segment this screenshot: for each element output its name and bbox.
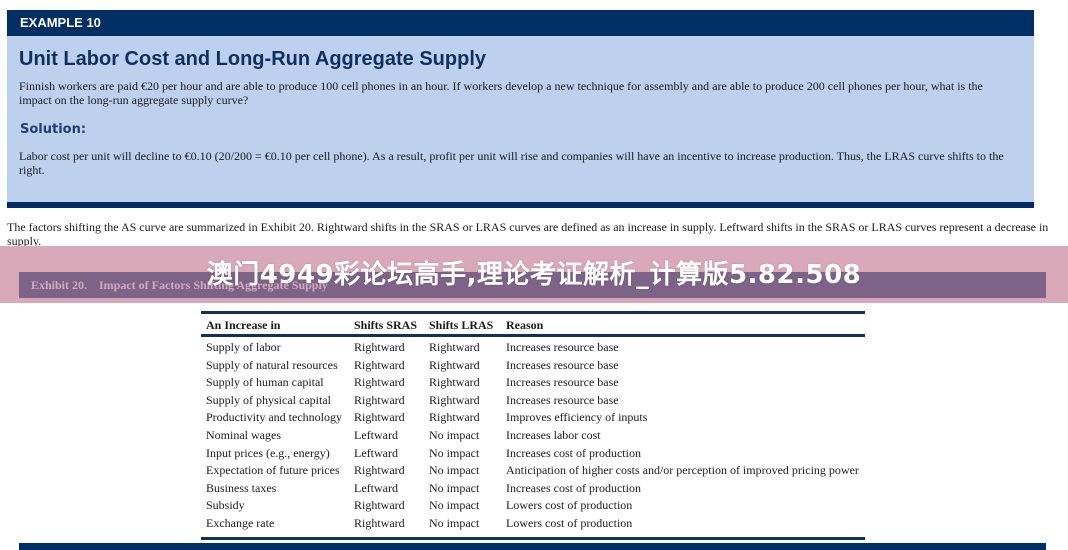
example-box: EXAMPLE 10 Unit Labor Cost and Long-Run … — [7, 10, 1034, 208]
cell-factor: Supply of natural resources — [206, 357, 338, 372]
cell-reason: Lowers cost of production — [506, 515, 633, 530]
table-row: Supply of human capital Rightward Rightwar… — [201, 374, 865, 392]
cell-factor: Supply of physical capital — [206, 392, 331, 407]
solution-text: Labor cost per unit will decline to €0.1… — [19, 149, 1004, 177]
cell-factor: Subsidy — [206, 498, 245, 513]
cell-factor: Business taxes — [206, 480, 277, 495]
cell-shifts-sras: Rightward — [354, 410, 405, 425]
table-row: Subsidy Rightward No impact Lowers cost of … — [201, 497, 865, 515]
cell-reason: Increases resource base — [506, 392, 619, 407]
cell-shifts-lras: Rightward — [429, 410, 480, 425]
cell-reason: Lowers cost of production — [506, 498, 633, 513]
cell-shifts-lras: No impact — [429, 480, 480, 495]
table-header-row: An Increase in Shifts SRAS Shifts LRAS R… — [201, 312, 865, 336]
cell-shifts-lras: Rightward — [429, 375, 480, 390]
cell-factor: Productivity and technology — [206, 410, 342, 425]
table-row: Nominal wages Leftward No impact Increases … — [201, 427, 865, 445]
header-shifts-lras: Shifts LRAS — [429, 317, 494, 332]
cell-factor: Supply of labor — [206, 340, 281, 354]
cell-shifts-lras: Rightward — [429, 340, 480, 354]
overlay-watermark-text: 澳门4949彩论坛高手,理论考证解析_计算版5.82.508 — [206, 260, 862, 290]
cell-shifts-lras: No impact — [429, 427, 480, 442]
cell-shifts-lras: No impact — [429, 445, 480, 460]
header-shifts-sras: Shifts SRAS — [354, 317, 418, 332]
table-row: Supply of natural resources Rightward Righ… — [201, 357, 865, 375]
cell-reason: Improves efficiency of inputs — [506, 410, 648, 425]
cell-factor: Supply of human capital — [206, 375, 324, 390]
cell-factor: Exchange rate — [206, 515, 275, 530]
table-body: Supply of labor Rightward Rightward Increas… — [201, 336, 865, 539]
exhibit-table: An Increase in Shifts SRAS Shifts LRAS R… — [201, 311, 865, 540]
bottom-divider — [19, 543, 1046, 550]
solution-label: Solution: — [20, 122, 87, 137]
cell-shifts-lras: No impact — [429, 515, 480, 530]
table-row: Expectation of future prices Rightward No … — [201, 462, 865, 480]
table-row: Supply of labor Rightward Rightward Increas… — [201, 336, 865, 357]
cell-factor: Input prices (e.g., energy) — [206, 445, 330, 460]
table-row: Productivity and technology Rightward Righ… — [201, 409, 865, 427]
cell-shifts-lras: Rightward — [429, 392, 480, 407]
cell-factor: Nominal wages — [206, 427, 281, 442]
cell-reason: Increases cost of production — [506, 480, 641, 495]
table-row: Supply of physical capital Rightward Right… — [201, 392, 865, 410]
cell-reason: Increases labor cost — [506, 427, 601, 442]
cell-shifts-sras: Leftward — [354, 445, 398, 460]
cell-reason: Increases resource base — [506, 375, 619, 390]
header-reason: Reason — [506, 317, 544, 332]
cell-shifts-sras: Leftward — [354, 427, 398, 442]
cell-reason: Anticipation of higher costs and/or perc… — [506, 463, 859, 478]
cell-reason: Increases resource base — [506, 340, 619, 354]
cell-shifts-sras: Rightward — [354, 498, 405, 513]
cell-shifts-sras: Rightward — [354, 463, 405, 478]
cell-reason: Increases cost of production — [506, 445, 641, 460]
example-question: Finnish workers are paid €20 per hour an… — [19, 79, 983, 107]
cell-shifts-lras: No impact — [429, 463, 480, 478]
cell-shifts-sras: Rightward — [354, 340, 405, 354]
cell-factor: Expectation of future prices — [206, 463, 340, 478]
cell-shifts-sras: Rightward — [354, 515, 405, 530]
cell-shifts-sras: Rightward — [354, 392, 405, 407]
cell-shifts-lras: Rightward — [429, 357, 480, 372]
cell-reason: Increases resource base — [506, 357, 619, 372]
table-row: Business taxes Leftward No impact Increases… — [201, 480, 865, 498]
example-label: EXAMPLE 10 — [7, 10, 1034, 36]
cell-shifts-sras: Rightward — [354, 357, 405, 372]
cell-shifts-lras: No impact — [429, 498, 480, 513]
table-row: Input prices (e.g., energy) Leftward No im… — [201, 445, 865, 463]
cell-shifts-sras: Rightward — [354, 375, 405, 390]
example-title: Unit Labor Cost and Long-Run Aggregate S… — [19, 48, 487, 70]
header-increase-in: An Increase in — [206, 317, 281, 332]
cell-shifts-sras: Leftward — [354, 480, 398, 495]
intro-paragraph: The factors shifting the AS curve are su… — [7, 220, 1049, 248]
table-row: Exchange rate Rightward No impact Lowers co… — [201, 515, 865, 539]
